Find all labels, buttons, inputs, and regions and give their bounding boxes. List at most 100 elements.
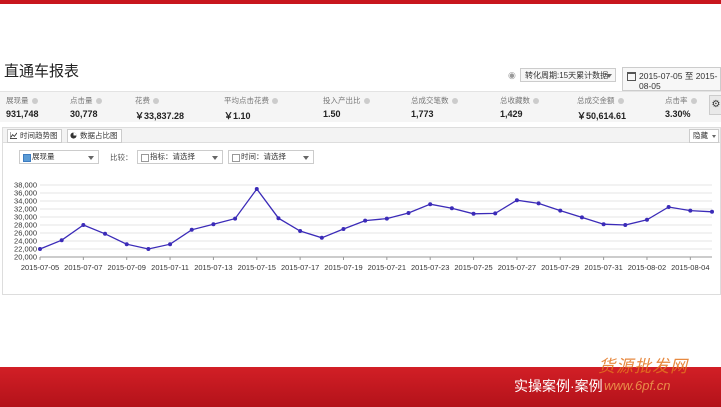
data-point — [471, 211, 476, 216]
data-point — [298, 229, 303, 233]
data-point — [276, 216, 281, 221]
page-title: 直通车报表 — [4, 63, 80, 80]
metric-orders[interactable]: 总成交笔数 1,773 — [411, 95, 458, 119]
metric-label: 总成交笔数 — [411, 96, 449, 105]
help-icon[interactable] — [451, 98, 458, 105]
time-select[interactable]: 时间：请选择 — [228, 150, 314, 164]
data-point — [319, 235, 324, 240]
metric-revenue[interactable]: 总成交金额 ￥50,614.61 — [577, 95, 626, 122]
hide-label: 隐藏 — [693, 131, 708, 140]
tab-trend[interactable]: 时间趋势图 — [7, 129, 62, 143]
x-tick-label: 2015-07-31 — [584, 263, 622, 272]
data-point — [59, 238, 64, 243]
metric-ctr[interactable]: 点击率 3.30% — [665, 95, 697, 119]
y-tick-label: 24,000 — [14, 237, 37, 246]
metric-cost[interactable]: 花费 ￥33,837.28 — [135, 95, 184, 122]
indicator-select-label: 指标：请选择 — [150, 152, 195, 161]
metric-avg-cpc[interactable]: 平均点击花费 ￥1.10 — [224, 95, 278, 122]
metric-impressions[interactable]: 展现量 931,748 — [6, 95, 39, 119]
chevron-down-icon — [712, 135, 716, 138]
data-point — [233, 216, 238, 221]
compare-label: 比较： — [110, 153, 133, 162]
help-icon[interactable] — [690, 98, 697, 105]
data-point — [579, 215, 584, 220]
data-point — [146, 247, 151, 251]
help-icon[interactable] — [153, 98, 159, 105]
date-range-picker[interactable]: 2015-07-05 至 2015-08-05 — [622, 67, 721, 91]
hide-button[interactable]: 隐藏 — [689, 129, 719, 143]
data-point — [189, 227, 194, 232]
metrics-bar: 展现量 931,748 点击量 30,778 花费 ￥33,837.28 平均点… — [0, 91, 721, 122]
tab-label: 时间趋势图 — [20, 131, 58, 140]
tab-share[interactable]: 数据占比图 — [67, 129, 122, 143]
conversion-period-label: 转化周期:15天累计数据 — [525, 71, 609, 80]
metric-value: ￥50,614.61 — [577, 111, 627, 121]
data-point — [406, 211, 411, 215]
y-tick-label: 38,000 — [14, 181, 37, 190]
metric-favorites[interactable]: 总收藏数 1,429 — [500, 95, 539, 119]
data-point — [558, 208, 563, 213]
metric-label: 总成交金额 — [577, 96, 615, 105]
watermark-site-name: 货源批发网 — [598, 357, 688, 376]
help-icon[interactable] — [272, 98, 278, 105]
data-point — [341, 227, 346, 231]
data-point — [363, 218, 368, 223]
x-tick-label: 2015-07-29 — [541, 263, 579, 272]
metric-label: 点击量 — [70, 96, 93, 105]
tab-label: 数据占比图 — [80, 131, 118, 140]
x-tick-label: 2015-07-07 — [64, 263, 102, 272]
x-tick-label: 2015-07-11 — [151, 263, 189, 272]
x-tick-label: 2015-07-19 — [324, 263, 362, 272]
help-icon[interactable] — [617, 98, 624, 105]
metric-clicks[interactable]: 点击量 30,778 — [70, 95, 102, 119]
y-tick-label: 26,000 — [14, 229, 37, 238]
data-point — [124, 242, 129, 247]
help-icon[interactable] — [363, 98, 370, 105]
data-point — [384, 216, 389, 221]
data-point — [211, 222, 216, 227]
y-tick-label: 22,000 — [14, 245, 37, 254]
x-tick-label: 2015-07-09 — [108, 263, 146, 272]
top-accent-bar — [0, 0, 721, 4]
chevron-down-icon — [88, 156, 94, 160]
y-tick-label: 28,000 — [14, 221, 37, 230]
watermark-url: www.6pf.cn — [604, 378, 671, 393]
x-tick-label: 2015-08-02 — [628, 263, 666, 272]
chart-tabs: 时间趋势图 数据占比图 隐藏 — [3, 128, 720, 143]
data-point — [623, 223, 628, 227]
metric-value: 931,748 — [6, 109, 39, 119]
data-point — [644, 217, 649, 222]
y-tick-label: 34,000 — [14, 197, 37, 206]
metric-label: 点击率 — [665, 96, 688, 105]
metric-roi[interactable]: 投入产出比 1.50 — [323, 95, 370, 119]
data-point — [493, 211, 498, 216]
chevron-down-icon — [212, 156, 218, 160]
metric-value: 3.30% — [665, 109, 691, 119]
metric-value: 1,773 — [411, 109, 434, 119]
metric-label: 展现量 — [6, 96, 29, 105]
conversion-period-select[interactable]: 转化周期:15天累计数据 — [520, 68, 616, 82]
x-tick-label: 2015-07-23 — [411, 263, 449, 272]
x-tick-label: 2015-07-27 — [498, 263, 536, 272]
indicator-select[interactable]: 指标：请选择 — [137, 150, 223, 164]
help-icon[interactable] — [31, 98, 38, 105]
series-color-swatch — [23, 154, 31, 162]
metric-select[interactable]: 展现量 — [19, 150, 99, 164]
data-point — [688, 208, 693, 213]
data-point — [666, 205, 671, 209]
data-point — [536, 201, 541, 206]
help-icon[interactable] — [95, 98, 102, 105]
metric-label: 总收藏数 — [500, 96, 530, 105]
y-tick-label: 30,000 — [14, 213, 37, 222]
help-icon[interactable] — [533, 98, 539, 105]
data-point — [254, 187, 259, 191]
series-line — [39, 187, 713, 250]
metric-label: 平均点击花费 — [224, 96, 269, 105]
x-tick-label: 2015-08-04 — [671, 263, 709, 272]
calendar-icon — [627, 72, 636, 81]
metric-value: 1,429 — [500, 109, 523, 119]
y-tick-label: 32,000 — [14, 205, 37, 214]
settings-gear-icon[interactable]: ⚙ — [709, 95, 721, 115]
x-tick-label: 2015-07-15 — [238, 263, 276, 272]
x-tick-label: 2015-07-25 — [454, 263, 492, 272]
